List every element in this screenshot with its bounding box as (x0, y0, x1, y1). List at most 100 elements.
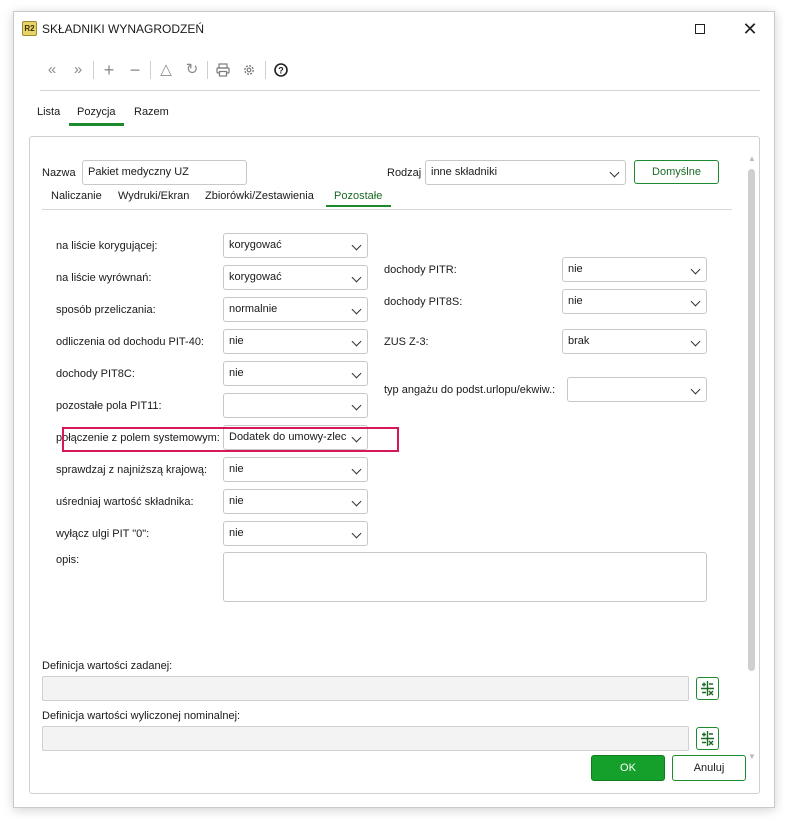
scroll-down-icon[interactable]: ▼ (748, 753, 756, 761)
print-button[interactable] (213, 60, 233, 80)
toolbar: « » + − △ ↻ ? (40, 60, 770, 82)
description-textarea[interactable] (223, 552, 707, 602)
chevron-down-icon (351, 368, 362, 379)
defaults-button[interactable]: Domyślne (634, 160, 719, 184)
field-label: pozostałe pola PIT11: (56, 400, 162, 412)
close-button[interactable]: ✕ (736, 18, 764, 40)
scrollbar-thumb[interactable] (748, 169, 755, 671)
definition-label: Definicja wartości wyliczonej nominalnej… (42, 710, 241, 722)
app-logo-icon: R2 (22, 21, 37, 36)
field-label: dochody PITR: (384, 264, 457, 276)
vertical-scrollbar[interactable]: ▲ ▼ (748, 155, 756, 775)
equalization-list-select[interactable]: korygować (223, 265, 368, 290)
highlight-box (62, 427, 399, 452)
select-value: normalnie (229, 303, 278, 315)
add-button[interactable]: + (99, 60, 119, 80)
title-bar: R2 SKŁADNIKI WYNAGRODZEŃ ✕ (14, 12, 774, 46)
target-value-calculator-button[interactable] (696, 677, 719, 700)
type-label: Rodzaj (387, 167, 422, 179)
refresh-button[interactable]: ↻ (182, 60, 202, 80)
select-value: nie (568, 295, 583, 307)
chevron-down-icon (351, 464, 362, 475)
window-title: SKŁADNIKI WYNAGRODZEŃ (42, 22, 205, 36)
chevron-down-icon (690, 384, 701, 395)
calculator-icon (701, 681, 714, 696)
subtab-pozostale[interactable]: Pozostałe (326, 190, 392, 207)
toolbar-separator (93, 61, 94, 79)
dialog-window: R2 SKŁADNIKI WYNAGRODZEŃ ✕ « » + − △ ↻ ?… (13, 11, 775, 808)
gear-icon (244, 65, 254, 75)
chevron-down-icon (351, 272, 362, 283)
description-label: opis: (56, 554, 80, 566)
first-record-button[interactable]: « (42, 60, 62, 80)
field-label: sprawdzaj z najniższą krajową: (56, 464, 208, 476)
subtab-zbiorowki-zestawienia[interactable]: Zbiorówki/Zestawienia (205, 190, 314, 202)
pit8s-income-select[interactable]: nie (562, 289, 707, 314)
chevron-down-icon (351, 528, 362, 539)
close-icon: ✕ (742, 19, 758, 39)
subtab-divider (42, 209, 732, 210)
printer-icon (216, 63, 230, 77)
field-label: na liście korygującej: (56, 240, 158, 252)
pit40-deduction-select[interactable]: nie (223, 329, 368, 354)
help-button[interactable]: ? (271, 60, 291, 80)
warning-button[interactable]: △ (156, 60, 176, 80)
field-label: dochody PIT8C: (56, 368, 135, 380)
double-chevron-left-icon: « (47, 61, 57, 78)
double-chevron-right-icon: » (73, 61, 83, 78)
name-input[interactable]: Pakiet medyczny UZ (82, 160, 247, 185)
chevron-down-icon (609, 167, 620, 178)
tab-lista[interactable]: Lista (37, 106, 60, 126)
toolbar-separator (150, 61, 151, 79)
chevron-down-icon (690, 336, 701, 347)
settings-button[interactable] (239, 60, 259, 80)
correcting-list-select[interactable]: korygować (223, 233, 368, 258)
employment-type-select[interactable] (567, 377, 707, 402)
nominal-value-definition-field[interactable] (42, 726, 689, 751)
select-value: nie (229, 463, 244, 475)
subtab-wydruki-ekran[interactable]: Wydruki/Ekran (118, 190, 189, 202)
nominal-value-calculator-button[interactable] (696, 727, 719, 750)
type-select-value: inne składniki (431, 166, 498, 178)
chevron-down-icon (351, 336, 362, 347)
chevron-down-icon (351, 240, 362, 251)
ok-button[interactable]: OK (591, 755, 665, 781)
maximize-icon (695, 24, 705, 34)
conversion-method-select[interactable]: normalnie (223, 297, 368, 322)
field-label: odliczenia od dochodu PIT-40: (56, 336, 204, 348)
cancel-button[interactable]: Anuluj (672, 755, 746, 781)
scroll-up-icon[interactable]: ▲ (748, 155, 756, 163)
chevron-down-icon (690, 264, 701, 275)
type-select[interactable]: inne składniki (425, 160, 626, 185)
field-label: wyłącz ulgi PIT "0": (56, 528, 150, 540)
last-record-button[interactable]: » (68, 60, 88, 80)
select-value: korygować (229, 271, 282, 283)
pit8c-income-select[interactable]: nie (223, 361, 368, 386)
maximize-button[interactable] (686, 18, 714, 40)
minimum-wage-check-select[interactable]: nie (223, 457, 368, 482)
toolbar-divider (40, 90, 760, 91)
pit0-relief-select[interactable]: nie (223, 521, 368, 546)
average-value-select[interactable]: nie (223, 489, 368, 514)
select-value: nie (229, 527, 244, 539)
field-label: ZUS Z-3: (384, 336, 429, 348)
chevron-down-icon (351, 304, 362, 315)
minus-icon: − (129, 60, 141, 80)
pit11-other-fields-select[interactable] (223, 393, 368, 418)
tab-pozycja[interactable]: Pozycja (69, 106, 124, 126)
tab-razem[interactable]: Razem (134, 106, 169, 126)
name-label: Nazwa (42, 167, 76, 179)
toolbar-separator (207, 61, 208, 79)
target-value-definition-field[interactable] (42, 676, 689, 701)
refresh-icon: ↻ (185, 61, 199, 78)
plus-icon: + (103, 60, 115, 80)
zus-z3-select[interactable]: brak (562, 329, 707, 354)
select-value: nie (568, 263, 583, 275)
remove-button[interactable]: − (125, 60, 145, 80)
chevron-down-icon (690, 296, 701, 307)
select-value: nie (229, 367, 244, 379)
subtab-naliczanie[interactable]: Naliczanie (51, 190, 102, 202)
svg-text:?: ? (278, 66, 284, 76)
calculator-icon (701, 731, 714, 746)
pitr-income-select[interactable]: nie (562, 257, 707, 282)
